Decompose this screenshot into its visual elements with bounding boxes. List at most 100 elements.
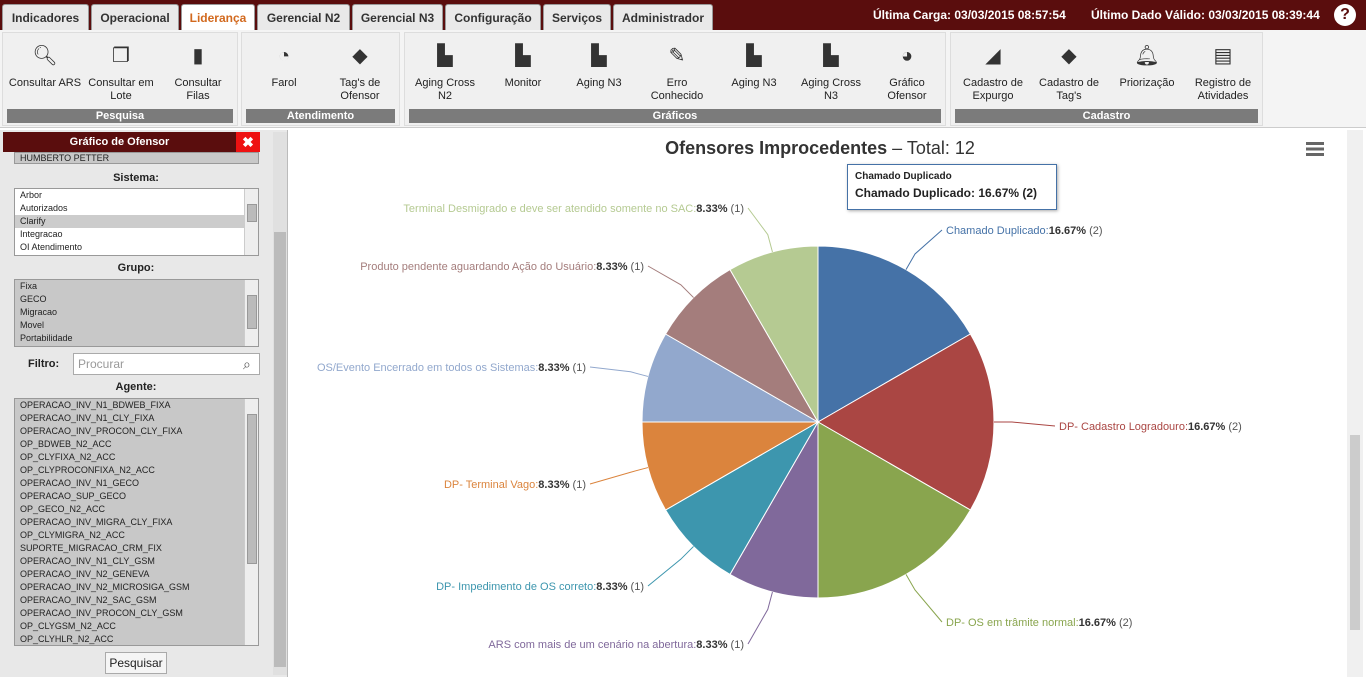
monitor-button[interactable]: ▙ Monitor — [487, 43, 559, 90]
search-input[interactable]: Procurar — [73, 353, 260, 375]
data-label: ARS com mais de um cenário na abertura:8… — [488, 639, 744, 651]
pesquisar-button[interactable]: Pesquisar — [105, 652, 167, 674]
list-item[interactable]: OPERACAO_INV_N1_CLY_FIXA — [15, 412, 258, 425]
tab-gerencial-n3[interactable]: Gerencial N3 — [352, 4, 443, 30]
registro-atividades-button[interactable]: ▤ Registro de Atividades — [1187, 43, 1259, 103]
connector-line — [647, 546, 694, 587]
list-item[interactable]: Clarify — [15, 215, 258, 228]
bell-icon: 🔔︎ — [1134, 45, 1160, 67]
close-icon[interactable]: ✖ — [236, 132, 260, 152]
list-item[interactable]: Migracao — [15, 306, 258, 319]
list-item[interactable]: OP_CLYHLR_N2_ACC — [15, 633, 258, 645]
list-item[interactable]: OP_BDWEB_N2_ACC — [15, 438, 258, 451]
help-icon[interactable]: ? — [1334, 4, 1356, 26]
list-item[interactable]: OPERACAO_INV_N2_MICROSIGA_GSM — [15, 581, 258, 594]
priorizacao-button[interactable]: 🔔︎ Priorização — [1111, 43, 1183, 90]
list-item[interactable]: OPERACAO_INV_N1_BDWEB_FIXA — [15, 399, 258, 412]
tab-gerencial-n2[interactable]: Gerencial N2 — [257, 4, 350, 30]
connector-line — [589, 467, 649, 485]
list-item[interactable]: OPERACAO_INV_PROCON_CLY_GSM — [15, 607, 258, 620]
list-item[interactable]: OPERACAO_INV_N2_GENEVA — [15, 568, 258, 581]
list-item[interactable]: OI Atendimento — [15, 241, 258, 254]
tooltip-title: Chamado Duplicado — [855, 171, 952, 182]
tab-indicadores[interactable]: Indicadores — [2, 4, 89, 30]
left-panel: Gráfico de Ofensor ✖ HUMBERTO PETTER Sis… — [0, 130, 288, 677]
list-item[interactable]: OPERACAO_SUP_GECO — [15, 490, 258, 503]
tab-administrador[interactable]: Administrador — [613, 4, 713, 30]
data-label: DP- Impedimento de OS correto:8.33% (1) — [436, 581, 644, 593]
bar-chart-icon: ▙ — [591, 45, 607, 67]
data-label: Terminal Desmigrado e deve ser atendido … — [403, 203, 744, 215]
panel-scrollbar[interactable] — [273, 132, 287, 675]
data-label: DP- Terminal Vago:8.33% (1) — [444, 479, 586, 491]
aging-n3-button[interactable]: ▙ Aging N3 — [563, 43, 635, 90]
top-bar: Indicadores Operacional Liderança Gerenc… — [0, 0, 1366, 30]
agente-list[interactable]: OPERACAO_INV_N1_BDWEB_FIXA OPERACAO_INV_N… — [14, 398, 259, 646]
farol-button[interactable]: ◔ Farol — [246, 43, 322, 90]
cadastro-tags-button[interactable]: ◆ Cadastro de Tag's — [1033, 43, 1105, 103]
data-label: Produto pendente aguardando Ação do Usuá… — [360, 261, 644, 273]
cadastro-expurgo-button[interactable]: ◢ Cadastro de Expurgo — [955, 43, 1031, 103]
list-item[interactable]: OP_CLYPROCONFIXA_N2_ACC — [15, 464, 258, 477]
data-label: OS/Evento Encerrado em todos os Sistemas… — [317, 362, 586, 374]
list-item[interactable]: OPERACAO_INV_N1_GECO — [15, 477, 258, 490]
scrollbar[interactable] — [244, 189, 258, 255]
sistema-label: Sistema: — [113, 172, 159, 184]
aging-n3-b-label: Aging N3 — [731, 77, 777, 89]
aging-cross-n3-button[interactable]: ▙ Aging Cross N3 — [795, 43, 867, 103]
responsavel-list[interactable]: HUMBERTO PETTER — [14, 152, 259, 164]
grupo-list[interactable]: Fixa GECO Migracao Movel Portabilidade — [14, 279, 259, 347]
list-item[interactable]: OPERACAO_INV_N1_CLY_GSM — [15, 555, 258, 568]
consultar-lote-button[interactable]: ❐ Consultar em Lote — [85, 43, 157, 103]
tags-ofensor-label: Tag's de Ofensor — [339, 77, 381, 102]
tag-icon: ◆ — [352, 45, 368, 67]
ultimo-dado-valido: Último Dado Válido: 03/03/2015 08:39:44 — [1091, 8, 1320, 22]
consultar-ars-button[interactable]: 🔍︎ Consultar ARS — [7, 43, 83, 90]
chart-area: Ofensores Improcedentes – Total: 12 Cham… — [290, 130, 1366, 677]
data-label: DP- Cadastro Logradouro:16.67% (2) — [1059, 421, 1242, 433]
group-title-atendimento: Atendimento — [246, 109, 395, 123]
list-item[interactable]: Fixa — [15, 280, 258, 293]
list-item[interactable]: HUMBERTO PETTER — [15, 153, 258, 163]
tab-configuracao[interactable]: Configuração — [445, 4, 541, 30]
sistema-list[interactable]: Arbor Autorizados Clarify Integracao OI … — [14, 188, 259, 256]
tooltip-body: Chamado Duplicado: 16.67% (2) — [855, 186, 1038, 200]
list-item[interactable]: Arbor — [15, 189, 258, 202]
list-item[interactable]: OPERACAO_INV_MIGRA_CLY_FIXA — [15, 516, 258, 529]
bar-chart-icon: ▙ — [823, 45, 839, 67]
grafico-ofensor-button[interactable]: ◕ Gráfico Ofensor — [871, 43, 943, 103]
tab-operacional[interactable]: Operacional — [91, 4, 179, 30]
chart-scrollbar[interactable] — [1347, 130, 1363, 677]
list-item[interactable]: Integracao — [15, 228, 258, 241]
scrollbar[interactable] — [244, 399, 258, 645]
tab-servicos[interactable]: Serviços — [543, 4, 611, 30]
tags-ofensor-button[interactable]: ◆ Tag's de Ofensor — [324, 43, 396, 103]
list-item[interactable]: OP_CLYFIXA_N2_ACC — [15, 451, 258, 464]
list-item[interactable]: OP_CLYMIGRA_N2_ACC — [15, 529, 258, 542]
bar-chart-icon: ▙ — [746, 45, 762, 67]
wrench-icon: ✎ — [668, 45, 686, 67]
group-atendimento: ◔ Farol ◆ Tag's de Ofensor Atendimento — [241, 32, 400, 126]
list-item[interactable]: OPERACAO_INV_N2_SAC_GSM — [15, 594, 258, 607]
agente-label: Agente: — [115, 381, 157, 393]
filtro-label: Filtro: — [28, 358, 60, 370]
aging-n3-b-button[interactable]: ▙ Aging N3 — [718, 43, 790, 90]
list-item[interactable]: Autorizados — [15, 202, 258, 215]
consultar-filas-label: Consultar Filas — [174, 77, 222, 102]
documents-icon: ❐ — [112, 45, 130, 67]
erro-conhecido-button[interactable]: ✎ Erro Conhecido — [641, 43, 713, 103]
aging-cross-n2-label: Aging Cross N2 — [415, 77, 475, 102]
tab-lideranca[interactable]: Liderança — [181, 4, 255, 30]
list-item[interactable]: OP_GECO_N2_ACC — [15, 503, 258, 516]
aging-cross-n2-button[interactable]: ▙ Aging Cross N2 — [409, 43, 481, 103]
list-item[interactable]: Movel — [15, 319, 258, 332]
search-icon[interactable]: ⌕ — [243, 356, 251, 373]
list-item[interactable]: OP_CLYGSM_N2_ACC — [15, 620, 258, 633]
list-item[interactable]: SUPORTE_MIGRACAO_CRM_FIX — [15, 542, 258, 555]
list-item[interactable]: GECO — [15, 293, 258, 306]
scrollbar[interactable] — [244, 280, 258, 346]
list-item[interactable]: Portabilidade — [15, 332, 258, 345]
aging-n3-label: Aging N3 — [576, 77, 622, 89]
list-item[interactable]: OPERACAO_INV_PROCON_CLY_FIXA — [15, 425, 258, 438]
consultar-filas-button[interactable]: ▮ Consultar Filas — [163, 43, 233, 103]
